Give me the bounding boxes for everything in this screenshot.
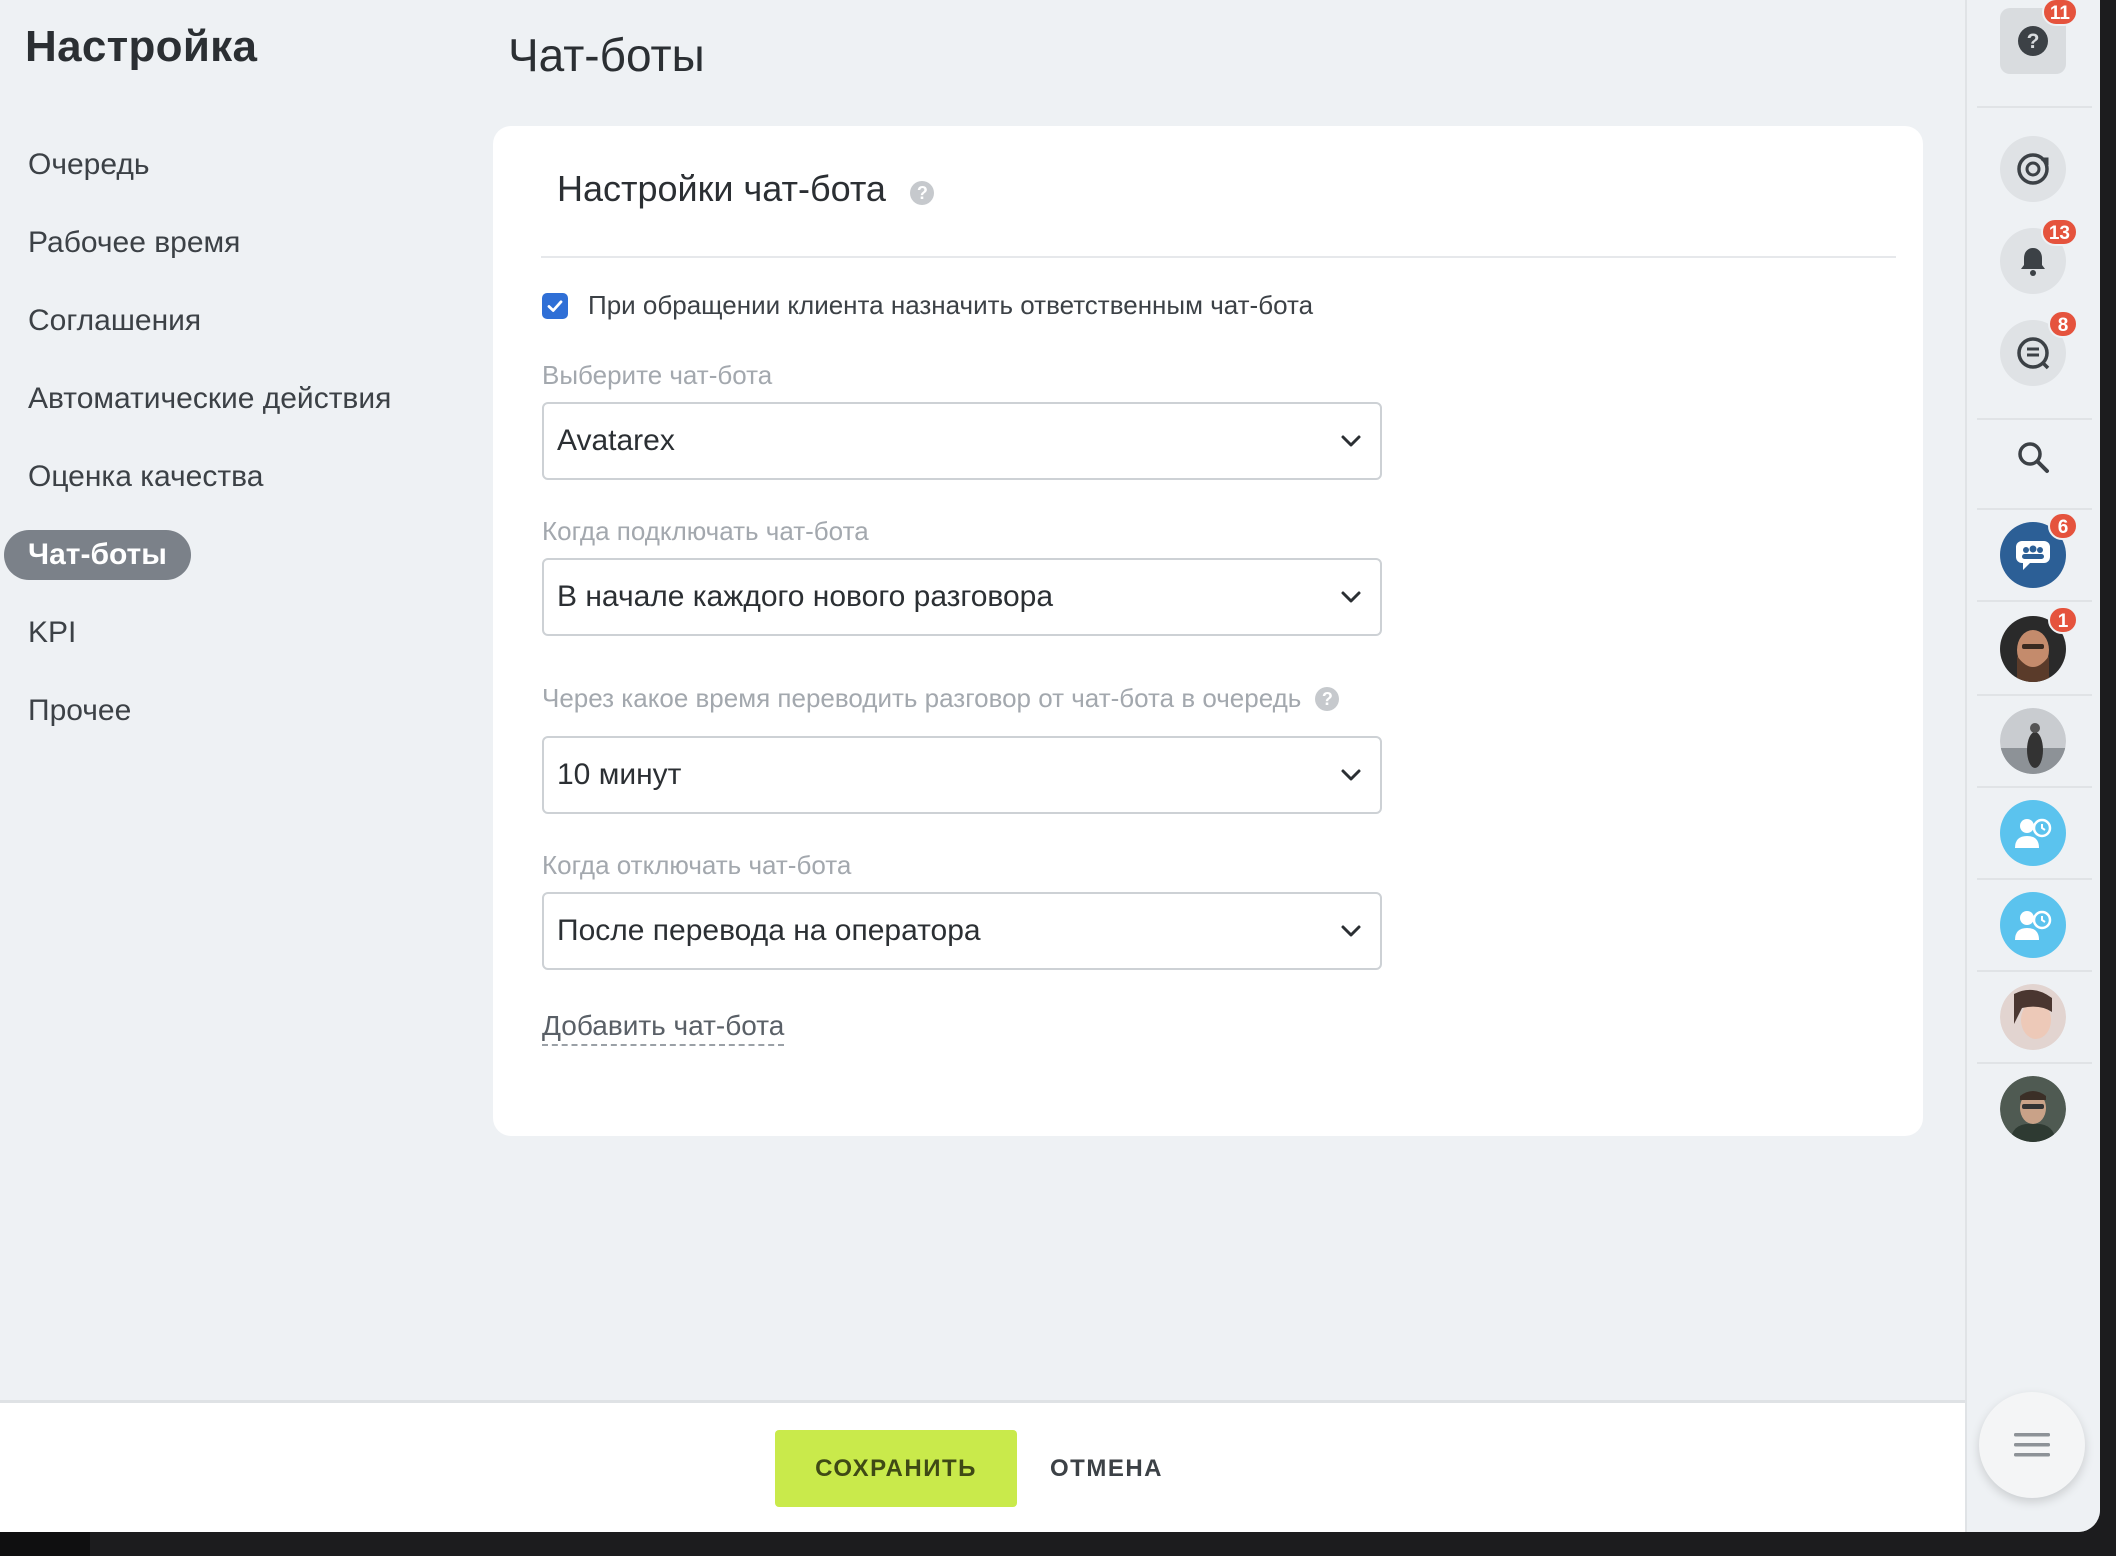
refresh-button[interactable] xyxy=(2000,136,2066,202)
group-chat-badge: 6 xyxy=(2048,512,2078,540)
waiting-client-2[interactable] xyxy=(2000,892,2066,958)
select-bot-dropdown[interactable]: Avatarex xyxy=(542,402,1382,480)
rail-divider xyxy=(1977,106,2092,108)
disconnect-when-dropdown[interactable]: После перевода на оператора xyxy=(542,892,1382,970)
assign-chatbot-label: При обращении клиента назначить ответств… xyxy=(588,290,1314,320)
group-chat-icon xyxy=(2016,541,2050,570)
chats-button[interactable]: 8 xyxy=(2000,310,2078,386)
chatbot-settings-card: Настройки чат-бота ? При обращении клиен… xyxy=(493,126,1923,1136)
nav-item-queue[interactable]: Очередь xyxy=(4,140,174,190)
window-edge xyxy=(2100,0,2116,1556)
nav-item-auto-actions[interactable]: Автоматические действия xyxy=(4,374,415,424)
card-title: Настройки чат-бота xyxy=(557,168,886,209)
chat-list-icon xyxy=(2017,337,2050,370)
connect-when-value: В начале каждого нового разговора xyxy=(557,580,1054,613)
save-button[interactable]: СОХРАНИТЬ xyxy=(775,1430,1017,1507)
nav-item-agreements[interactable]: Соглашения xyxy=(4,296,225,346)
menu-button[interactable] xyxy=(1979,1392,2085,1498)
search-icon xyxy=(2018,442,2049,473)
rail-divider xyxy=(1977,508,2092,510)
chevron-down-icon xyxy=(1341,925,1361,937)
field-label-connect-when: Когда подключать чат-бота xyxy=(542,516,869,547)
user-clock-icon xyxy=(2015,818,2052,848)
chat-avatar-2[interactable] xyxy=(2000,708,2066,774)
question-circle-icon[interactable]: ? xyxy=(910,180,935,205)
field-label-text: Когда подключать чат-бота xyxy=(542,516,869,546)
nav-item-chatbots[interactable]: Чат-боты xyxy=(4,530,191,580)
select-bot-value: Avatarex xyxy=(557,424,675,457)
connect-when-dropdown[interactable]: В начале каждого нового разговора xyxy=(542,558,1382,636)
bell-icon xyxy=(2021,248,2045,276)
assign-chatbot-checkbox[interactable] xyxy=(542,292,568,319)
add-chatbot-link[interactable]: Добавить чат-бота xyxy=(542,1010,785,1046)
card-header: Настройки чат-бота ? xyxy=(541,168,1896,258)
settings-nav: Очередь Рабочее время Соглашения Автомат… xyxy=(4,140,464,764)
rail-divider xyxy=(1977,786,2092,788)
help-badge: 11 xyxy=(2041,0,2078,26)
user-avatar xyxy=(2000,984,2066,1050)
nav-item-kpi[interactable]: KPI xyxy=(4,608,100,658)
menu-icon xyxy=(2014,1433,2050,1457)
rail-divider xyxy=(1977,694,2092,696)
chats-badge: 8 xyxy=(2048,310,2078,338)
field-label-disconnect-when: Когда отключать чат-бота xyxy=(542,850,851,881)
nav-item-other[interactable]: Прочее xyxy=(4,686,155,736)
help-button[interactable]: ? 11 xyxy=(2000,0,2078,74)
chat-avatar-3[interactable] xyxy=(2000,984,2066,1050)
transfer-delay-value: 10 минут xyxy=(557,758,682,791)
user-avatar xyxy=(2000,708,2066,774)
user-clock-icon xyxy=(2015,910,2052,940)
refresh-icon xyxy=(2017,153,2049,185)
chevron-down-icon xyxy=(1341,591,1361,603)
chat-avatar-1-badge: 1 xyxy=(2048,606,2078,634)
field-label-text: Выберите чат-бота xyxy=(542,360,773,390)
chevron-down-icon xyxy=(1341,435,1361,447)
field-label-transfer-delay: Через какое время переводить разговор от… xyxy=(542,683,1340,714)
cancel-button[interactable]: ОТМЕНА xyxy=(1040,1430,1173,1507)
chevron-down-icon xyxy=(1341,769,1361,781)
settings-title: Настройка xyxy=(25,22,258,71)
taskbar-strip xyxy=(0,1532,2116,1556)
field-label-text: Когда отключать чат-бота xyxy=(542,850,852,880)
search-button[interactable] xyxy=(2000,424,2066,490)
app-window: Настройка Очередь Рабочее время Соглашен… xyxy=(0,0,2100,1532)
nav-item-working-hours[interactable]: Рабочее время xyxy=(4,218,264,268)
group-chat-button[interactable]: 6 xyxy=(2000,512,2078,588)
rail-divider xyxy=(1977,1062,2092,1064)
field-label-text: Через какое время переводить разговор от… xyxy=(542,683,1302,713)
right-rail: ? 11 13 8 6 1 xyxy=(1965,0,2100,1532)
rail-divider xyxy=(1977,600,2092,602)
notifications-badge: 13 xyxy=(2040,218,2078,246)
checkmark-icon xyxy=(547,299,563,312)
field-label-select-bot: Выберите чат-бота xyxy=(542,360,772,391)
rail-divider xyxy=(1977,970,2092,972)
svg-text:?: ? xyxy=(2027,30,2040,53)
page-title: Чат-боты xyxy=(508,29,705,81)
nav-item-quality-rating[interactable]: Оценка качества xyxy=(4,452,287,502)
rail-divider xyxy=(1977,418,2092,420)
footer-bar: СОХРАНИТЬ ОТМЕНА xyxy=(0,1400,1965,1532)
assign-chatbot-row[interactable]: При обращении клиента назначить ответств… xyxy=(542,290,1313,321)
transfer-delay-dropdown[interactable]: 10 минут xyxy=(542,736,1382,814)
waiting-client-1[interactable] xyxy=(2000,800,2066,866)
notifications-button[interactable]: 13 xyxy=(2000,218,2078,294)
question-icon: ? xyxy=(2018,26,2048,56)
chat-avatar-4[interactable] xyxy=(2000,1076,2066,1142)
question-circle-icon[interactable]: ? xyxy=(1315,686,1340,711)
chat-avatar-1[interactable]: 1 xyxy=(2000,606,2078,682)
disconnect-when-value: После перевода на оператора xyxy=(557,914,981,947)
rail-divider xyxy=(1977,878,2092,880)
user-avatar xyxy=(2000,1076,2066,1142)
